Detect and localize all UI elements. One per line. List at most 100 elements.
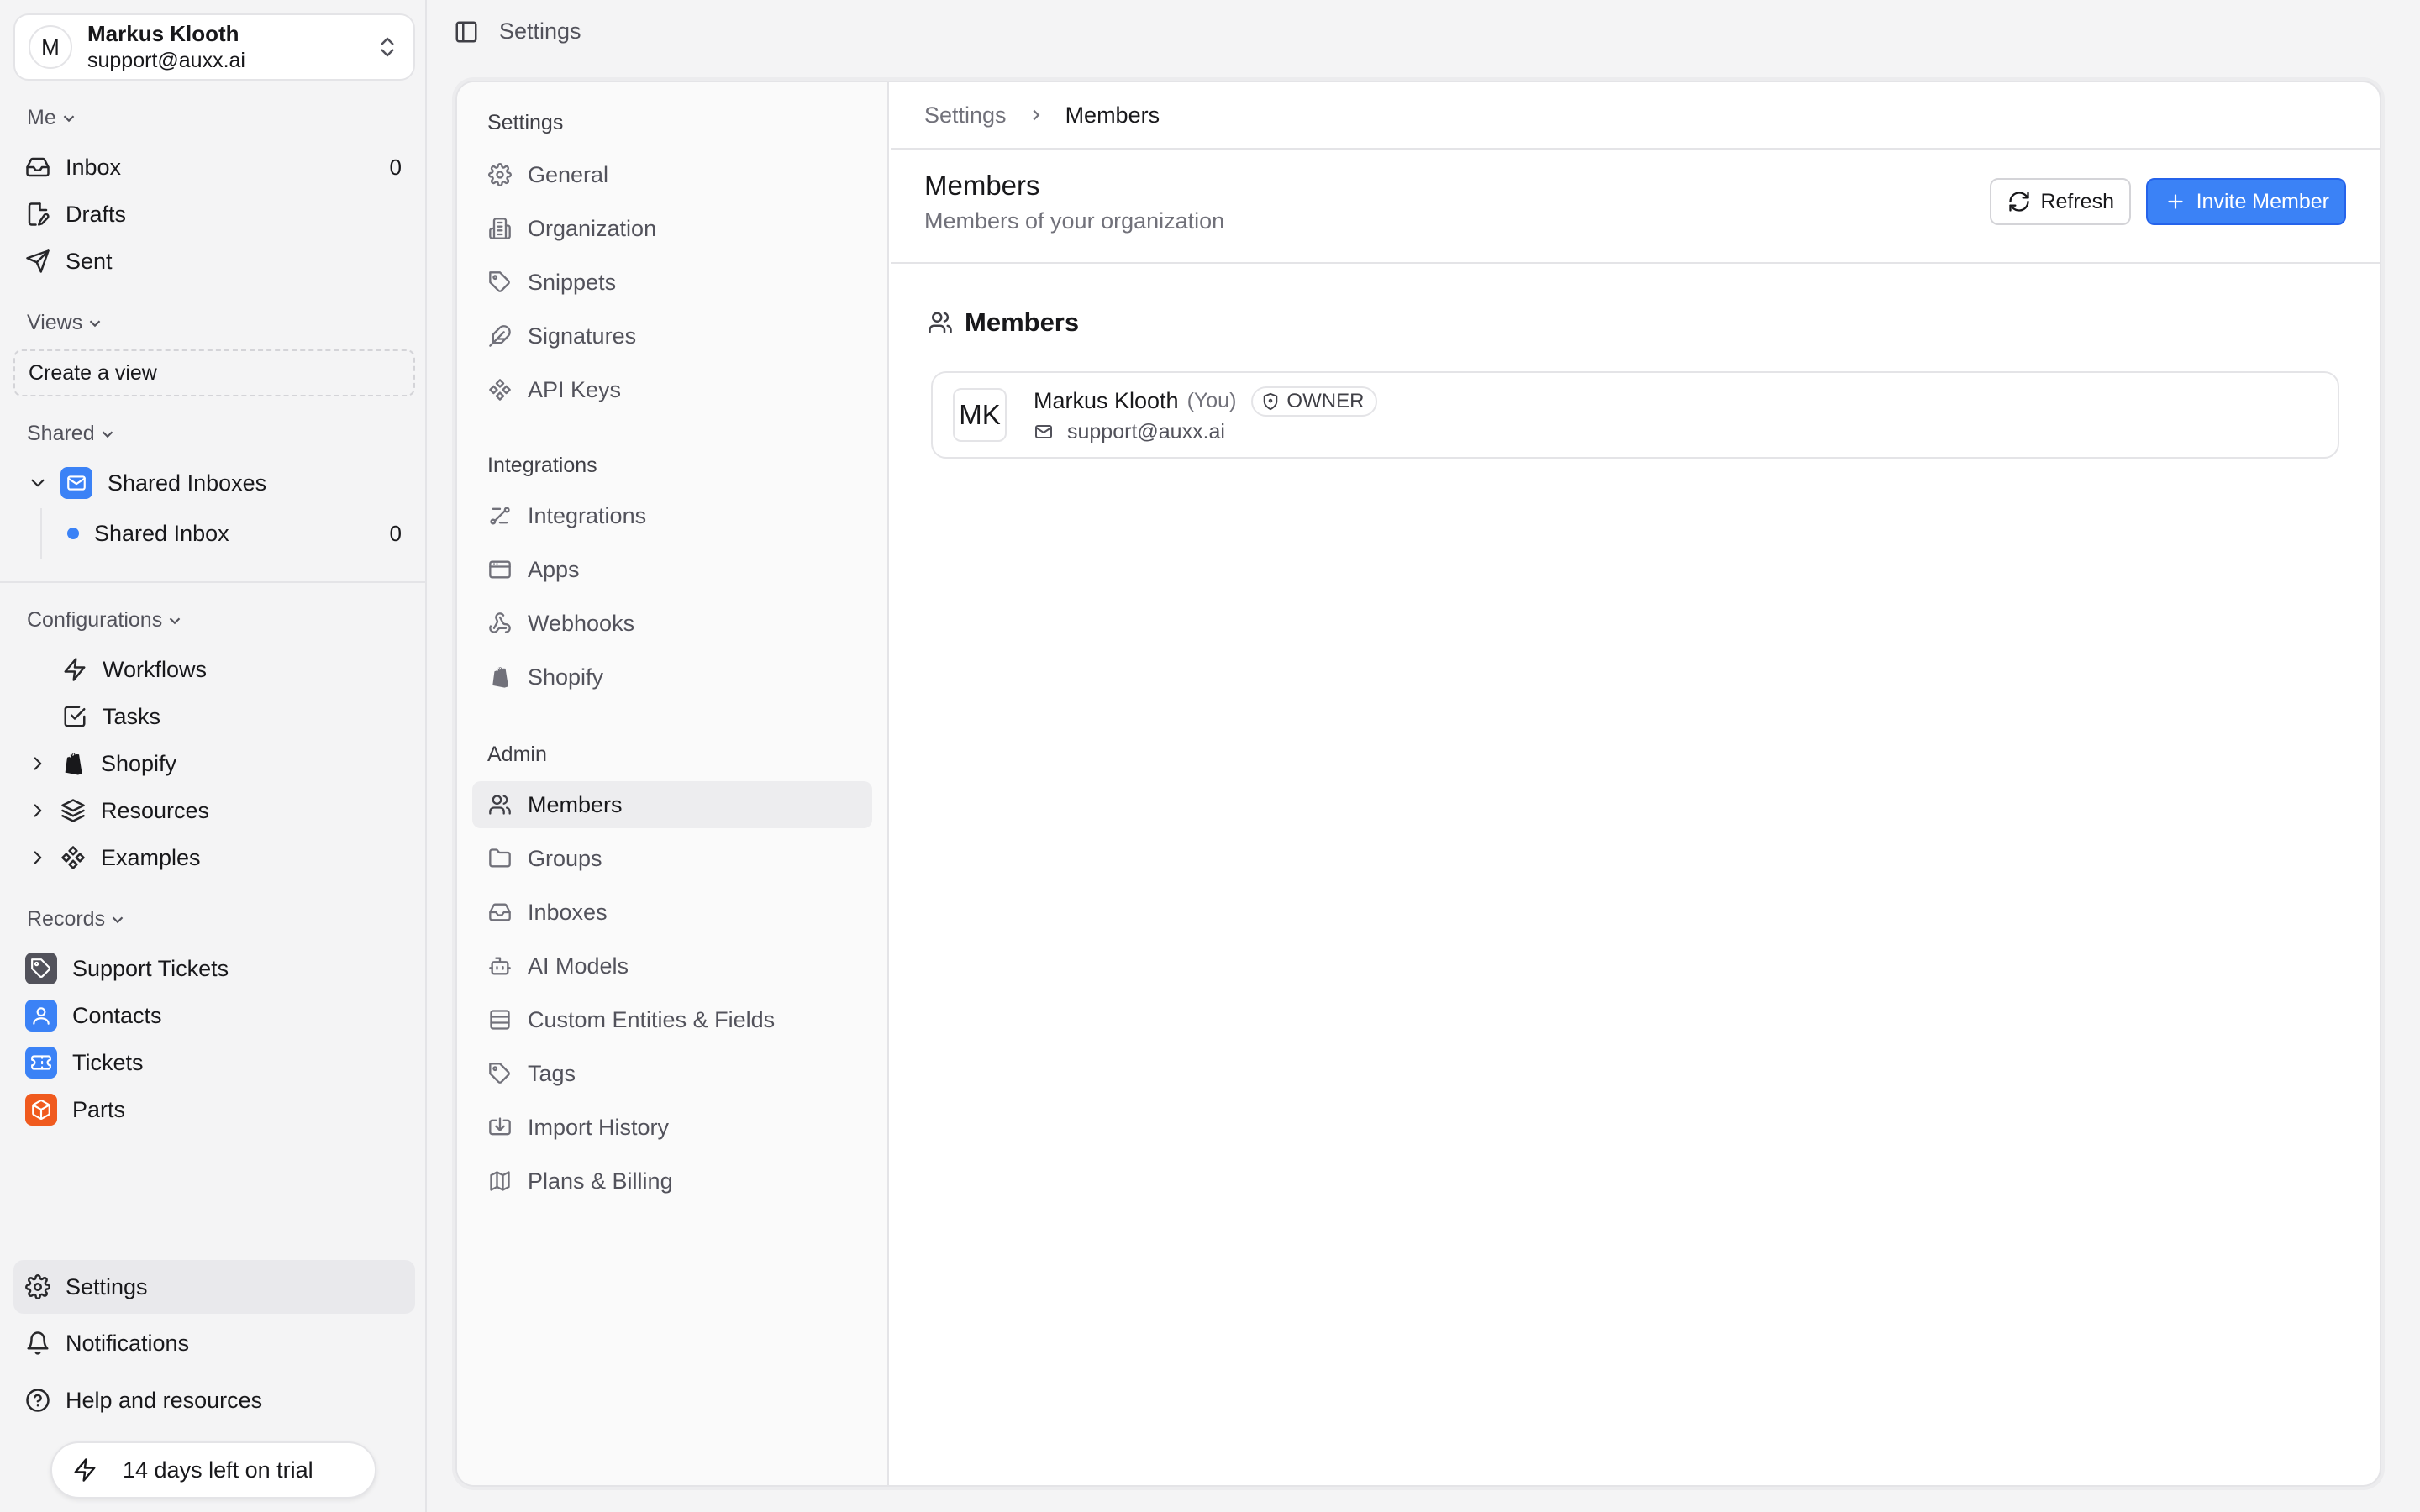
- settings-item-shopify[interactable]: Shopify: [472, 654, 872, 701]
- chevron-down-icon: [60, 109, 78, 128]
- settings-item-snippets[interactable]: Snippets: [472, 259, 872, 306]
- section-shared-toggle[interactable]: Shared: [27, 422, 117, 446]
- sidebar-item-tasks[interactable]: Tasks: [62, 695, 402, 738]
- chevron-right-icon[interactable]: [25, 845, 50, 870]
- sidebar-item-settings[interactable]: Settings: [25, 1265, 402, 1309]
- shopify-icon: [60, 751, 86, 776]
- refresh-icon: [2007, 189, 2032, 214]
- sidebar-item-sent[interactable]: Sent: [25, 239, 402, 283]
- panel-left-icon[interactable]: [454, 19, 479, 45]
- sidebar-item-shared-inboxes[interactable]: Shared Inboxes: [25, 461, 402, 505]
- sidebar-item-inbox[interactable]: Inbox 0: [25, 145, 402, 189]
- refresh-button[interactable]: Refresh: [1990, 178, 2131, 225]
- inbox-count: 0: [389, 154, 402, 180]
- member-you-label: (You): [1186, 389, 1237, 412]
- component-icon: [60, 845, 86, 870]
- settings-item-webhooks[interactable]: Webhooks: [472, 600, 872, 647]
- webhook-icon: [487, 611, 513, 636]
- gear-icon: [487, 162, 513, 187]
- section-records-toggle[interactable]: Records: [27, 907, 127, 932]
- page-header: Members Members of your organization Ref…: [891, 151, 2380, 264]
- sidebar-item-parts[interactable]: Parts: [25, 1088, 402, 1131]
- sidebar-divider: [0, 581, 425, 583]
- chevron-right-icon[interactable]: [25, 751, 50, 776]
- members-section-heading: Members: [928, 307, 1079, 338]
- sidebar-item-notifications[interactable]: Notifications: [25, 1321, 402, 1365]
- chevron-right-icon[interactable]: [25, 798, 50, 823]
- chevron-down-icon: [86, 314, 104, 333]
- breadcrumb-settings-link[interactable]: Settings: [924, 102, 1007, 129]
- settings-item-custom-entities[interactable]: Custom Entities & Fields: [472, 996, 872, 1043]
- settings-item-ai-models[interactable]: AI Models: [472, 942, 872, 990]
- settings-item-inboxes[interactable]: Inboxes: [472, 889, 872, 936]
- bot-icon: [487, 953, 513, 979]
- sidebar-item-contacts[interactable]: Contacts: [25, 994, 402, 1037]
- user-name: Markus Klooth: [87, 21, 239, 47]
- tag-icon: [487, 270, 513, 295]
- section-me-toggle[interactable]: Me: [27, 106, 78, 130]
- file-pen-icon: [25, 202, 50, 227]
- settings-item-import-history[interactable]: Import History: [472, 1104, 872, 1151]
- sidebar-item-shared-inbox[interactable]: Shared Inbox 0: [62, 512, 402, 555]
- invite-member-button[interactable]: Invite Member: [2145, 178, 2346, 225]
- settings-item-api-keys[interactable]: API Keys: [472, 366, 872, 413]
- breadcrumb-current: Members: [1065, 102, 1160, 128]
- square-check-icon: [62, 704, 87, 729]
- users-icon: [487, 792, 513, 817]
- sidebar-item-support-tickets[interactable]: Support Tickets: [25, 947, 402, 990]
- plus-icon: [2163, 189, 2188, 214]
- settings-item-signatures[interactable]: Signatures: [472, 312, 872, 360]
- sidebar-item-drafts[interactable]: Drafts: [25, 192, 402, 236]
- import-icon: [487, 1115, 513, 1140]
- create-view-button[interactable]: Create a view: [13, 349, 415, 396]
- folder-icon: [487, 846, 513, 871]
- sidebar-item-workflows[interactable]: Workflows: [62, 648, 402, 691]
- send-icon: [25, 249, 50, 274]
- zap-icon: [62, 657, 87, 682]
- settings-item-integrations[interactable]: Integrations: [472, 492, 872, 539]
- bell-icon: [25, 1331, 50, 1356]
- settings-item-general[interactable]: General: [472, 151, 872, 198]
- top-bar: Settings: [454, 18, 581, 45]
- chevron-down-icon: [108, 911, 127, 929]
- user-avatar: M: [29, 25, 72, 69]
- trial-banner[interactable]: 14 days left on trial: [50, 1441, 376, 1499]
- tag-icon: [487, 1061, 513, 1086]
- sidebar-item-tickets[interactable]: Tickets: [25, 1041, 402, 1084]
- settings-item-members[interactable]: Members: [472, 781, 872, 828]
- role-badge: OWNER: [1251, 386, 1378, 417]
- component-icon: [487, 377, 513, 402]
- settings-item-tags[interactable]: Tags: [472, 1050, 872, 1097]
- user-switcher[interactable]: M Markus Klooth support@auxx.ai: [13, 13, 415, 81]
- members-title: Members: [924, 170, 1040, 201]
- chevron-down-icon: [98, 425, 117, 444]
- ticket-icon: [25, 1047, 57, 1079]
- section-configurations-toggle[interactable]: Configurations: [27, 608, 184, 633]
- package-icon: [25, 1094, 57, 1126]
- admin-group-label: Admin: [487, 743, 547, 766]
- main-card: Settings General Organization Snippets S…: [455, 81, 2381, 1487]
- sidebar-item-help[interactable]: Help and resources: [25, 1378, 402, 1422]
- status-dot: [67, 528, 79, 539]
- chevron-down-icon[interactable]: [25, 470, 50, 496]
- settings-item-groups[interactable]: Groups: [472, 835, 872, 882]
- sidebar-item-examples[interactable]: Examples: [25, 836, 402, 879]
- sidebar-item-resources[interactable]: Resources: [25, 789, 402, 832]
- section-views-toggle[interactable]: Views: [27, 311, 104, 335]
- tree-guide: [40, 508, 42, 559]
- help-circle-icon: [25, 1388, 50, 1413]
- settings-item-organization[interactable]: Organization: [472, 205, 872, 252]
- settings-nav: Settings General Organization Snippets S…: [457, 82, 889, 1485]
- shopify-icon: [487, 664, 513, 690]
- chevron-right-icon: [1027, 106, 1045, 124]
- sidebar-item-shopify[interactable]: Shopify: [25, 742, 402, 785]
- member-name: Markus Klooth: [1034, 388, 1179, 413]
- member-row[interactable]: MK Markus Klooth (You) OWNER support@aux…: [931, 371, 2339, 459]
- settings-item-apps[interactable]: Apps: [472, 546, 872, 593]
- shield-icon: [1261, 392, 1280, 411]
- chevrons-up-down-icon: [375, 34, 400, 60]
- map-icon: [487, 1168, 513, 1194]
- members-subtitle: Members of your organization: [924, 208, 1225, 234]
- settings-item-plans-billing[interactable]: Plans & Billing: [472, 1158, 872, 1205]
- mail-icon: [1034, 422, 1054, 442]
